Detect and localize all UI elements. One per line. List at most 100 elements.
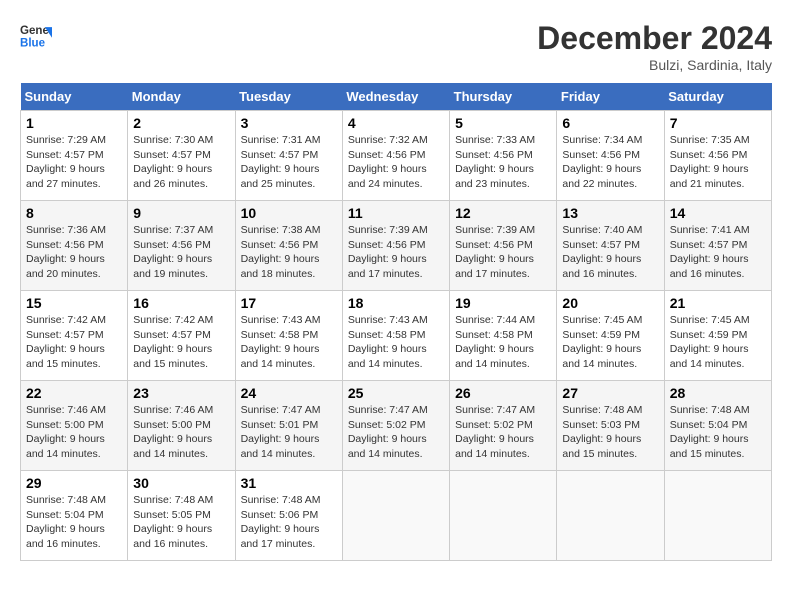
day-info: Sunrise: 7:36 AM Sunset: 4:56 PM Dayligh… <box>26 223 122 282</box>
day-number: 15 <box>26 295 122 311</box>
calendar-day-16: 16Sunrise: 7:42 AM Sunset: 4:57 PM Dayli… <box>128 291 235 381</box>
calendar-week-1: 1 Sunrise: 7:29 AM Sunset: 4:57 PM Daylig… <box>21 111 772 201</box>
day-info: Sunrise: 7:46 AM Sunset: 5:00 PM Dayligh… <box>26 403 122 462</box>
day-info: Sunrise: 7:39 AM Sunset: 4:56 PM Dayligh… <box>348 223 444 282</box>
day-info: Sunrise: 7:38 AM Sunset: 4:56 PM Dayligh… <box>241 223 337 282</box>
day-info: Sunrise: 7:34 AM Sunset: 4:56 PM Dayligh… <box>562 133 658 192</box>
day-info: Sunrise: 7:46 AM Sunset: 5:00 PM Dayligh… <box>133 403 229 462</box>
calendar-day-4: 4Sunrise: 7:32 AM Sunset: 4:56 PM Daylig… <box>342 111 449 201</box>
calendar-day-14: 14 Sunrise: 7:41 AM Sunset: 4:57 PM Dayli… <box>664 201 771 291</box>
day-number: 29 <box>26 475 122 491</box>
day-number: 22 <box>26 385 122 401</box>
calendar-day-31: 31 Sunrise: 7:48 AM Sunset: 5:06 PM Dayli… <box>235 471 342 561</box>
page-header: General Blue December 2024 Bulzi, Sardin… <box>20 20 772 73</box>
day-number: 1 <box>26 115 122 131</box>
day-info: Sunrise: 7:37 AM Sunset: 4:56 PM Dayligh… <box>133 223 229 282</box>
day-number: 19 <box>455 295 551 311</box>
day-info: Sunrise: 7:48 AM Sunset: 5:05 PM Dayligh… <box>133 493 229 552</box>
calendar-day-11: 11 Sunrise: 7:39 AM Sunset: 4:56 PM Dayli… <box>342 201 449 291</box>
day-number: 27 <box>562 385 658 401</box>
calendar-day-1: 1 Sunrise: 7:29 AM Sunset: 4:57 PM Daylig… <box>21 111 128 201</box>
calendar-day-5: 5 Sunrise: 7:33 AM Sunset: 4:56 PM Daylig… <box>450 111 557 201</box>
day-info: Sunrise: 7:45 AM Sunset: 4:59 PM Dayligh… <box>670 313 766 372</box>
calendar-day-6: 6Sunrise: 7:34 AM Sunset: 4:56 PM Daylig… <box>557 111 664 201</box>
day-info: Sunrise: 7:47 AM Sunset: 5:02 PM Dayligh… <box>455 403 551 462</box>
weekday-header-thursday: Thursday <box>450 83 557 111</box>
calendar-day-empty <box>557 471 664 561</box>
day-number: 18 <box>348 295 444 311</box>
weekday-header-tuesday: Tuesday <box>235 83 342 111</box>
calendar-day-19: 19 Sunrise: 7:44 AM Sunset: 4:58 PM Dayli… <box>450 291 557 381</box>
calendar-day-30: 30 Sunrise: 7:48 AM Sunset: 5:05 PM Dayli… <box>128 471 235 561</box>
day-info: Sunrise: 7:47 AM Sunset: 5:02 PM Dayligh… <box>348 403 444 462</box>
day-number: 21 <box>670 295 766 311</box>
day-info: Sunrise: 7:30 AM Sunset: 4:57 PM Dayligh… <box>133 133 229 192</box>
calendar-day-empty <box>342 471 449 561</box>
calendar-day-28: 28Sunrise: 7:48 AM Sunset: 5:04 PM Dayli… <box>664 381 771 471</box>
day-info: Sunrise: 7:43 AM Sunset: 4:58 PM Dayligh… <box>241 313 337 372</box>
day-info: Sunrise: 7:45 AM Sunset: 4:59 PM Dayligh… <box>562 313 658 372</box>
logo: General Blue <box>20 20 52 52</box>
calendar-week-2: 8 Sunrise: 7:36 AM Sunset: 4:56 PM Daylig… <box>21 201 772 291</box>
day-info: Sunrise: 7:44 AM Sunset: 4:58 PM Dayligh… <box>455 313 551 372</box>
day-number: 13 <box>562 205 658 221</box>
calendar-day-18: 18 Sunrise: 7:43 AM Sunset: 4:58 PM Dayli… <box>342 291 449 381</box>
day-info: Sunrise: 7:48 AM Sunset: 5:03 PM Dayligh… <box>562 403 658 462</box>
day-info: Sunrise: 7:43 AM Sunset: 4:58 PM Dayligh… <box>348 313 444 372</box>
day-number: 25 <box>348 385 444 401</box>
calendar-day-2: 2 Sunrise: 7:30 AM Sunset: 4:57 PM Daylig… <box>128 111 235 201</box>
day-number: 17 <box>241 295 337 311</box>
weekday-header-sunday: Sunday <box>21 83 128 111</box>
day-number: 2 <box>133 115 229 131</box>
calendar-day-17: 17 Sunrise: 7:43 AM Sunset: 4:58 PM Dayli… <box>235 291 342 381</box>
calendar-day-3: 3 Sunrise: 7:31 AM Sunset: 4:57 PM Daylig… <box>235 111 342 201</box>
day-number: 3 <box>241 115 337 131</box>
calendar-day-29: 29 Sunrise: 7:48 AM Sunset: 5:04 PM Dayli… <box>21 471 128 561</box>
day-info: Sunrise: 7:48 AM Sunset: 5:06 PM Dayligh… <box>241 493 337 552</box>
calendar-day-20: 20Sunrise: 7:45 AM Sunset: 4:59 PM Dayli… <box>557 291 664 381</box>
weekday-header-row: SundayMondayTuesdayWednesdayThursdayFrid… <box>21 83 772 111</box>
day-info: Sunrise: 7:40 AM Sunset: 4:57 PM Dayligh… <box>562 223 658 282</box>
calendar-day-7: 7 Sunrise: 7:35 AM Sunset: 4:56 PM Daylig… <box>664 111 771 201</box>
weekday-header-friday: Friday <box>557 83 664 111</box>
day-number: 23 <box>133 385 229 401</box>
calendar-day-10: 10 Sunrise: 7:38 AM Sunset: 4:56 PM Dayli… <box>235 201 342 291</box>
day-number: 7 <box>670 115 766 131</box>
day-number: 12 <box>455 205 551 221</box>
day-info: Sunrise: 7:39 AM Sunset: 4:56 PM Dayligh… <box>455 223 551 282</box>
calendar-day-26: 26 Sunrise: 7:47 AM Sunset: 5:02 PM Dayli… <box>450 381 557 471</box>
day-number: 31 <box>241 475 337 491</box>
day-info: Sunrise: 7:35 AM Sunset: 4:56 PM Dayligh… <box>670 133 766 192</box>
day-number: 9 <box>133 205 229 221</box>
day-info: Sunrise: 7:42 AM Sunset: 4:57 PM Dayligh… <box>26 313 122 372</box>
month-title: December 2024 <box>537 20 772 57</box>
calendar-day-24: 24 Sunrise: 7:47 AM Sunset: 5:01 PM Dayli… <box>235 381 342 471</box>
day-info: Sunrise: 7:47 AM Sunset: 5:01 PM Dayligh… <box>241 403 337 462</box>
day-info: Sunrise: 7:31 AM Sunset: 4:57 PM Dayligh… <box>241 133 337 192</box>
calendar-week-4: 22 Sunrise: 7:46 AM Sunset: 5:00 PM Dayli… <box>21 381 772 471</box>
svg-text:Blue: Blue <box>20 38 46 50</box>
weekday-header-monday: Monday <box>128 83 235 111</box>
day-info: Sunrise: 7:29 AM Sunset: 4:57 PM Dayligh… <box>26 133 122 192</box>
calendar-day-15: 15 Sunrise: 7:42 AM Sunset: 4:57 PM Dayli… <box>21 291 128 381</box>
weekday-header-saturday: Saturday <box>664 83 771 111</box>
day-number: 8 <box>26 205 122 221</box>
day-number: 11 <box>348 205 444 221</box>
svg-text:General: General <box>20 25 52 37</box>
calendar-day-9: 9 Sunrise: 7:37 AM Sunset: 4:56 PM Daylig… <box>128 201 235 291</box>
day-number: 30 <box>133 475 229 491</box>
day-info: Sunrise: 7:41 AM Sunset: 4:57 PM Dayligh… <box>670 223 766 282</box>
day-number: 10 <box>241 205 337 221</box>
calendar-day-13: 13 Sunrise: 7:40 AM Sunset: 4:57 PM Dayli… <box>557 201 664 291</box>
calendar-day-25: 25 Sunrise: 7:47 AM Sunset: 5:02 PM Dayli… <box>342 381 449 471</box>
day-number: 14 <box>670 205 766 221</box>
day-number: 24 <box>241 385 337 401</box>
day-info: Sunrise: 7:48 AM Sunset: 5:04 PM Dayligh… <box>26 493 122 552</box>
title-block: December 2024 Bulzi, Sardinia, Italy <box>537 20 772 73</box>
day-info: Sunrise: 7:33 AM Sunset: 4:56 PM Dayligh… <box>455 133 551 192</box>
weekday-header-wednesday: Wednesday <box>342 83 449 111</box>
day-number: 28 <box>670 385 766 401</box>
calendar-table: SundayMondayTuesdayWednesdayThursdayFrid… <box>20 83 772 561</box>
day-number: 5 <box>455 115 551 131</box>
day-number: 26 <box>455 385 551 401</box>
